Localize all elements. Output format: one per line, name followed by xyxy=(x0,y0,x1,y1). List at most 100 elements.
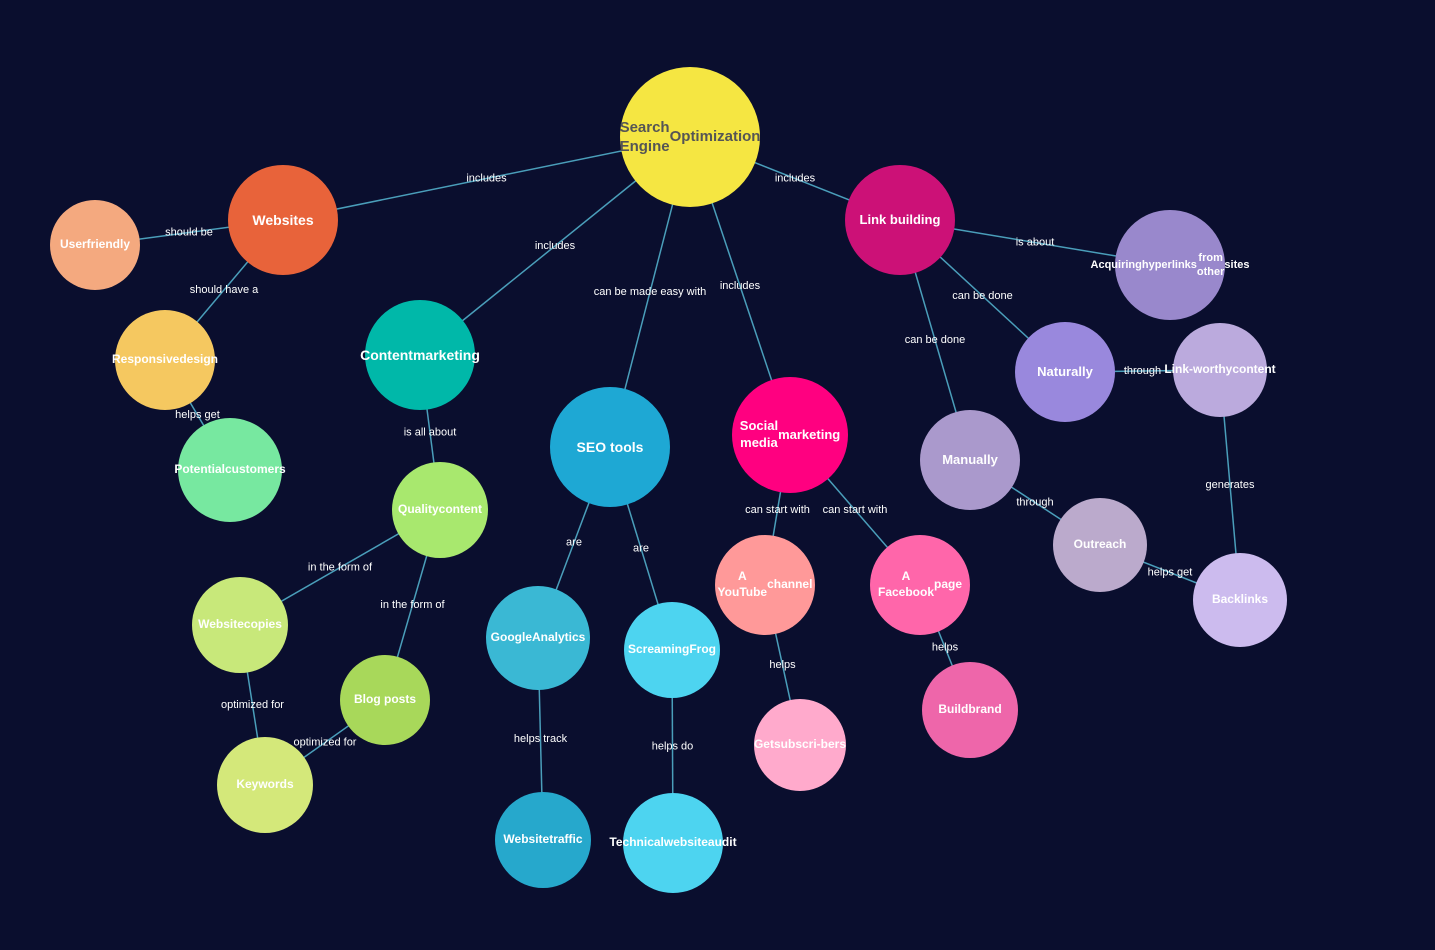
svg-text:helps get: helps get xyxy=(175,409,220,421)
node-label-acquiring: hyperlinks xyxy=(1142,258,1197,272)
node-label-buildbrand: Build xyxy=(938,702,968,718)
node-label-websites: Websites xyxy=(252,211,313,229)
node-websites: Websites xyxy=(228,165,338,275)
svg-text:includes: includes xyxy=(466,172,507,184)
node-label-naturally: Naturally xyxy=(1037,364,1093,381)
svg-text:helps: helps xyxy=(769,659,796,671)
node-label-quality: Quality xyxy=(398,502,439,518)
svg-text:helps: helps xyxy=(932,641,959,653)
node-websitetraffic: Websitetraffic xyxy=(495,792,591,888)
node-keywords: Keywords xyxy=(217,737,313,833)
node-content: Contentmarketing xyxy=(365,300,475,410)
node-seo: Search EngineOptimization xyxy=(620,67,760,207)
node-label-technicalaudit: website xyxy=(664,835,708,851)
node-label-linkworthy: Link- xyxy=(1164,362,1193,378)
svg-text:are: are xyxy=(633,542,649,554)
node-label-technicalaudit: Technical xyxy=(609,835,663,851)
node-youtube: A YouTubechannel xyxy=(715,535,815,635)
svg-text:helps track: helps track xyxy=(514,733,568,745)
svg-text:helps do: helps do xyxy=(652,740,694,752)
svg-text:helps get: helps get xyxy=(1148,566,1193,578)
svg-text:includes: includes xyxy=(720,280,761,292)
node-responsive: Responsivedesign xyxy=(115,310,215,410)
node-label-seotools: SEO tools xyxy=(577,438,644,456)
node-label-quality: content xyxy=(439,502,482,518)
svg-text:optimized for: optimized for xyxy=(221,699,284,711)
node-label-facebook: A Facebook xyxy=(878,569,934,600)
svg-text:in the form of: in the form of xyxy=(380,599,445,611)
node-label-social: marketing xyxy=(778,427,840,444)
svg-text:are: are xyxy=(566,536,582,548)
node-label-websitecopies: Website xyxy=(198,617,244,633)
node-websitecopies: Websitecopies xyxy=(192,577,288,673)
node-label-youtube: channel xyxy=(767,577,812,593)
svg-text:optimized for: optimized for xyxy=(294,736,357,748)
svg-text:can start with: can start with xyxy=(823,504,888,516)
node-label-content: Content xyxy=(360,346,413,364)
node-label-acquiring: Acquiring xyxy=(1091,258,1142,272)
node-label-content: marketing xyxy=(413,346,480,364)
node-label-acquiring: sites xyxy=(1224,258,1249,272)
node-label-potential: customers xyxy=(225,462,286,478)
node-facebook: A Facebookpage xyxy=(870,535,970,635)
node-potential: Potentialcustomers xyxy=(178,418,282,522)
node-technicalaudit: Technicalwebsiteaudit xyxy=(623,793,723,893)
node-label-buildbrand: brand xyxy=(968,702,1001,718)
node-getsubscribers: Getsubscri-bers xyxy=(754,699,846,791)
node-label-linkworthy: content xyxy=(1232,362,1275,378)
svg-text:should be: should be xyxy=(165,226,213,238)
node-manually: Manually xyxy=(920,410,1020,510)
svg-text:can start with: can start with xyxy=(745,504,810,516)
node-label-social: Social media xyxy=(740,418,778,452)
node-seotools: SEO tools xyxy=(550,387,670,507)
node-label-userfriendly: friendly xyxy=(87,237,130,253)
svg-text:includes: includes xyxy=(775,172,816,184)
svg-text:is about: is about xyxy=(1016,236,1055,248)
node-quality: Qualitycontent xyxy=(392,462,488,558)
node-label-responsive: design xyxy=(179,352,218,368)
node-label-manually: Manually xyxy=(942,452,998,469)
node-label-outreach: Outreach xyxy=(1074,537,1127,553)
node-naturally: Naturally xyxy=(1015,322,1115,422)
node-label-technicalaudit: audit xyxy=(708,835,737,851)
node-label-websitecopies: copies xyxy=(244,617,282,633)
node-label-acquiring: from other xyxy=(1197,251,1225,280)
svg-text:through: through xyxy=(1016,496,1053,508)
node-outreach: Outreach xyxy=(1053,498,1147,592)
node-label-userfriendly: User xyxy=(60,237,87,253)
svg-text:in the form of: in the form of xyxy=(308,561,373,573)
svg-text:is all about: is all about xyxy=(404,426,457,438)
node-label-screamingfrog: Screaming xyxy=(628,642,689,658)
svg-text:includes: includes xyxy=(535,240,576,252)
svg-text:can be made easy with: can be made easy with xyxy=(594,286,707,298)
node-label-googleanalytics: Google xyxy=(491,630,532,646)
node-label-blogposts: Blog posts xyxy=(354,692,416,708)
node-label-seo: Optimization xyxy=(670,127,761,147)
node-label-facebook: page xyxy=(934,577,962,593)
node-blogposts: Blog posts xyxy=(340,655,430,745)
svg-text:through: through xyxy=(1124,365,1161,377)
node-screamingfrog: ScreamingFrog xyxy=(624,602,720,698)
node-googleanalytics: GoogleAnalytics xyxy=(486,586,590,690)
node-label-seo: Search Engine xyxy=(620,118,670,157)
node-label-websitetraffic: traffic xyxy=(549,832,582,848)
node-label-backlinks: Backlinks xyxy=(1212,592,1268,608)
node-userfriendly: Userfriendly xyxy=(50,200,140,290)
svg-text:can be done: can be done xyxy=(905,334,966,346)
node-label-googleanalytics: Analytics xyxy=(532,630,585,646)
node-label-getsubscribers: bers xyxy=(821,737,846,753)
node-label-screamingfrog: Frog xyxy=(689,642,716,658)
node-label-getsubscribers: Get xyxy=(754,737,774,753)
node-label-linkbuilding: Link building xyxy=(860,212,941,229)
svg-text:can be done: can be done xyxy=(952,290,1013,302)
svg-text:generates: generates xyxy=(1206,479,1255,491)
node-label-websitetraffic: Website xyxy=(503,832,549,848)
svg-text:should have a: should have a xyxy=(190,284,259,296)
node-label-youtube: A YouTube xyxy=(718,569,768,600)
node-label-getsubscribers: subscri- xyxy=(774,737,821,753)
node-linkbuilding: Link building xyxy=(845,165,955,275)
node-backlinks: Backlinks xyxy=(1193,553,1287,647)
node-label-linkworthy: worthy xyxy=(1193,362,1232,378)
node-social: Social mediamarketing xyxy=(732,377,848,493)
node-buildbrand: Buildbrand xyxy=(922,662,1018,758)
